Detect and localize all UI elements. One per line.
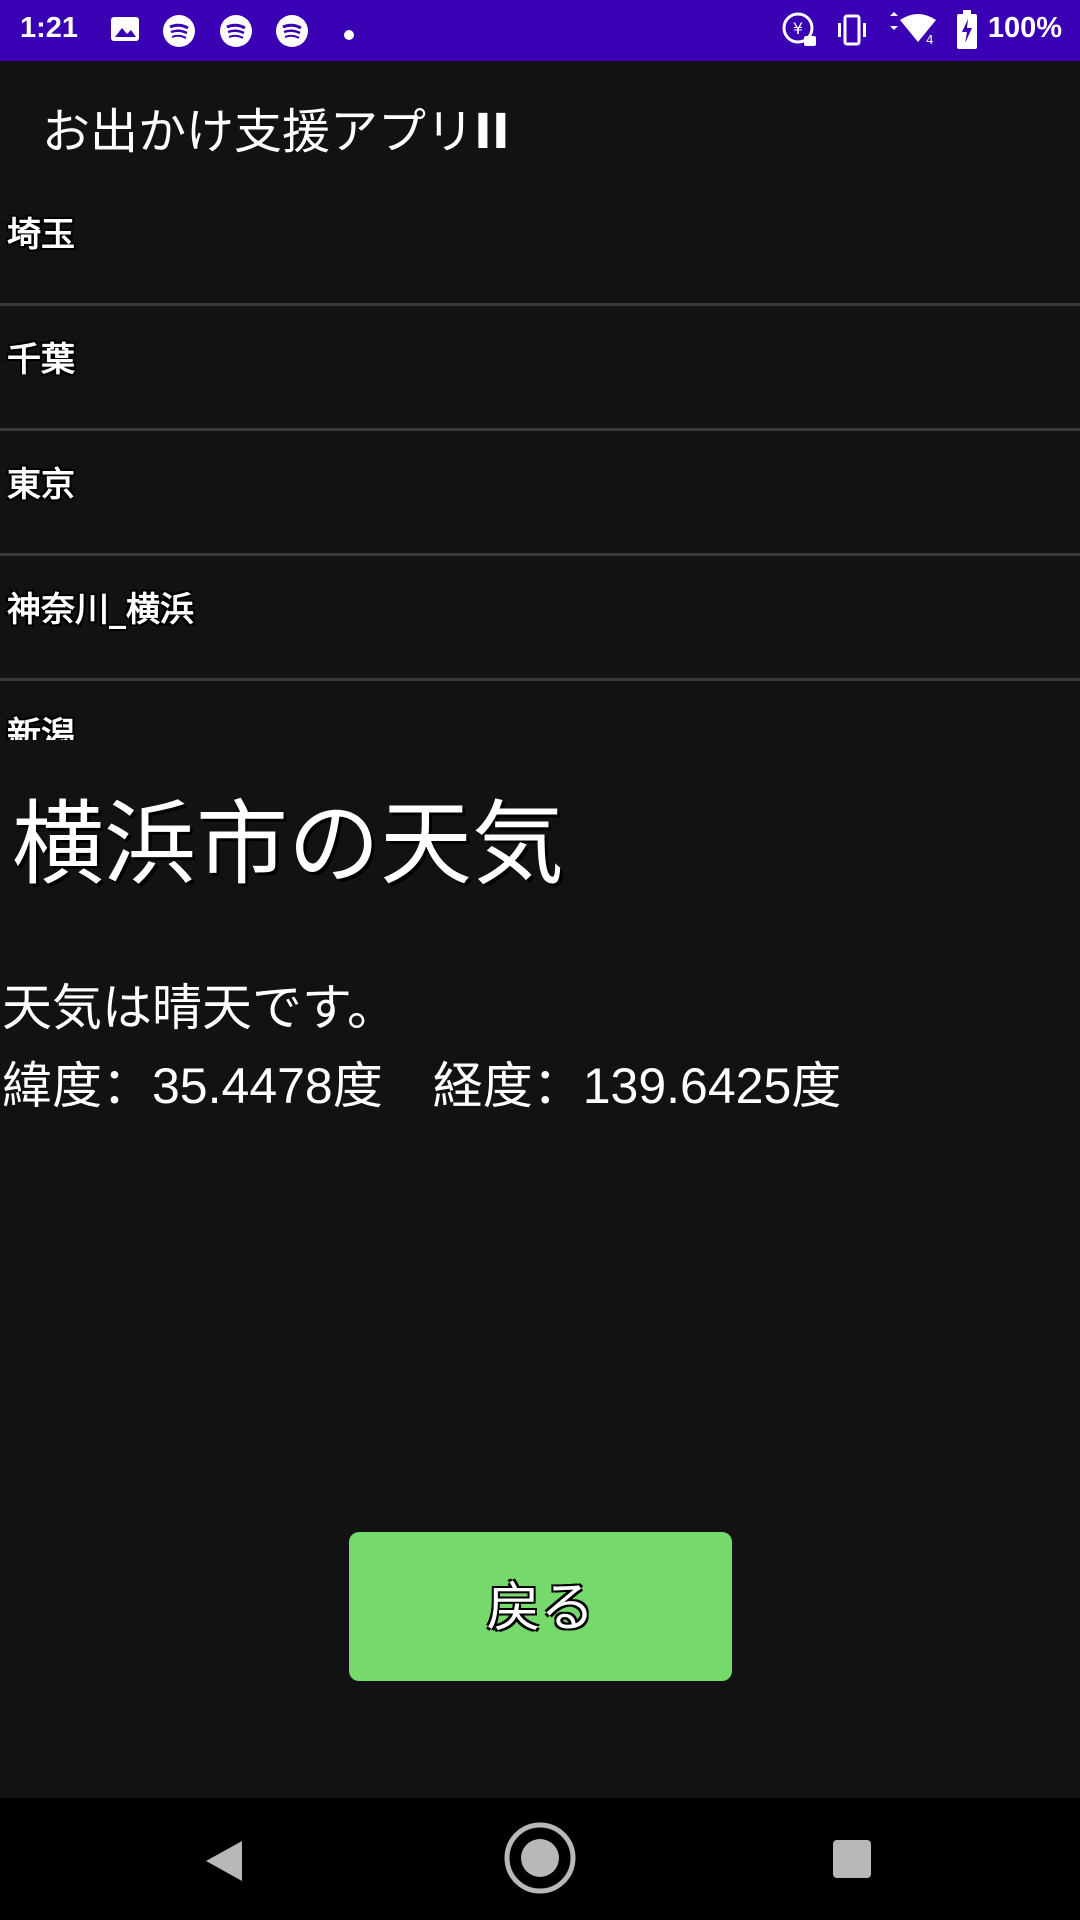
data-saver-icon: ¥ (782, 12, 818, 52)
nav-back-icon[interactable] (204, 1839, 244, 1887)
svg-text:4: 4 (926, 33, 934, 46)
spotify-icon (219, 14, 253, 52)
status-bar: 1:21 ¥ 4 100% (0, 0, 1080, 61)
vibrate-icon (834, 14, 870, 50)
list-item-label: 埼玉 (7, 215, 75, 255)
spotify-icon (275, 14, 309, 52)
weather-description: 天気は晴天です。 (2, 979, 397, 1037)
list-item-chiba[interactable]: 千葉 (0, 306, 1080, 431)
prefecture-list[interactable]: 埼玉 千葉 東京 神奈川_横浜 新潟 (0, 185, 1080, 740)
status-time: 1:21 (20, 12, 79, 44)
nav-recents-icon[interactable] (833, 1840, 871, 1878)
list-item-label: 千葉 (7, 340, 75, 380)
list-item-niigata[interactable]: 新潟 (0, 681, 1080, 740)
nav-home-icon[interactable] (504, 1822, 576, 1898)
app-title: お出かけ支援アプリII (42, 100, 510, 164)
spotify-icon (162, 14, 196, 52)
svg-text:¥: ¥ (793, 19, 803, 38)
dot-icon (344, 25, 354, 44)
list-item-kanagawa-yokohama[interactable]: 神奈川_横浜 (0, 556, 1080, 681)
navigation-bar (0, 1798, 1080, 1920)
list-item-saitama[interactable]: 埼玉 (0, 185, 1080, 306)
back-button[interactable]: 戻る (349, 1532, 732, 1681)
wifi-icon: 4 (886, 12, 938, 50)
list-item-label: 東京 (7, 465, 75, 505)
image-icon (110, 14, 140, 48)
app-title-suffix: II (474, 104, 510, 160)
battery-percent: 100% (987, 12, 1062, 44)
weather-coordinates: 緯度：35.4478度 経度：139.6425度 (2, 1058, 842, 1114)
list-item-label: 神奈川_横浜 (7, 590, 194, 630)
list-item-label: 新潟 (7, 715, 75, 740)
list-item-tokyo[interactable]: 東京 (0, 431, 1080, 556)
weather-title: 横浜市の天気 (12, 791, 565, 898)
app-title-text: お出かけ支援アプリ (42, 104, 475, 160)
battery-charging-icon (956, 10, 978, 54)
